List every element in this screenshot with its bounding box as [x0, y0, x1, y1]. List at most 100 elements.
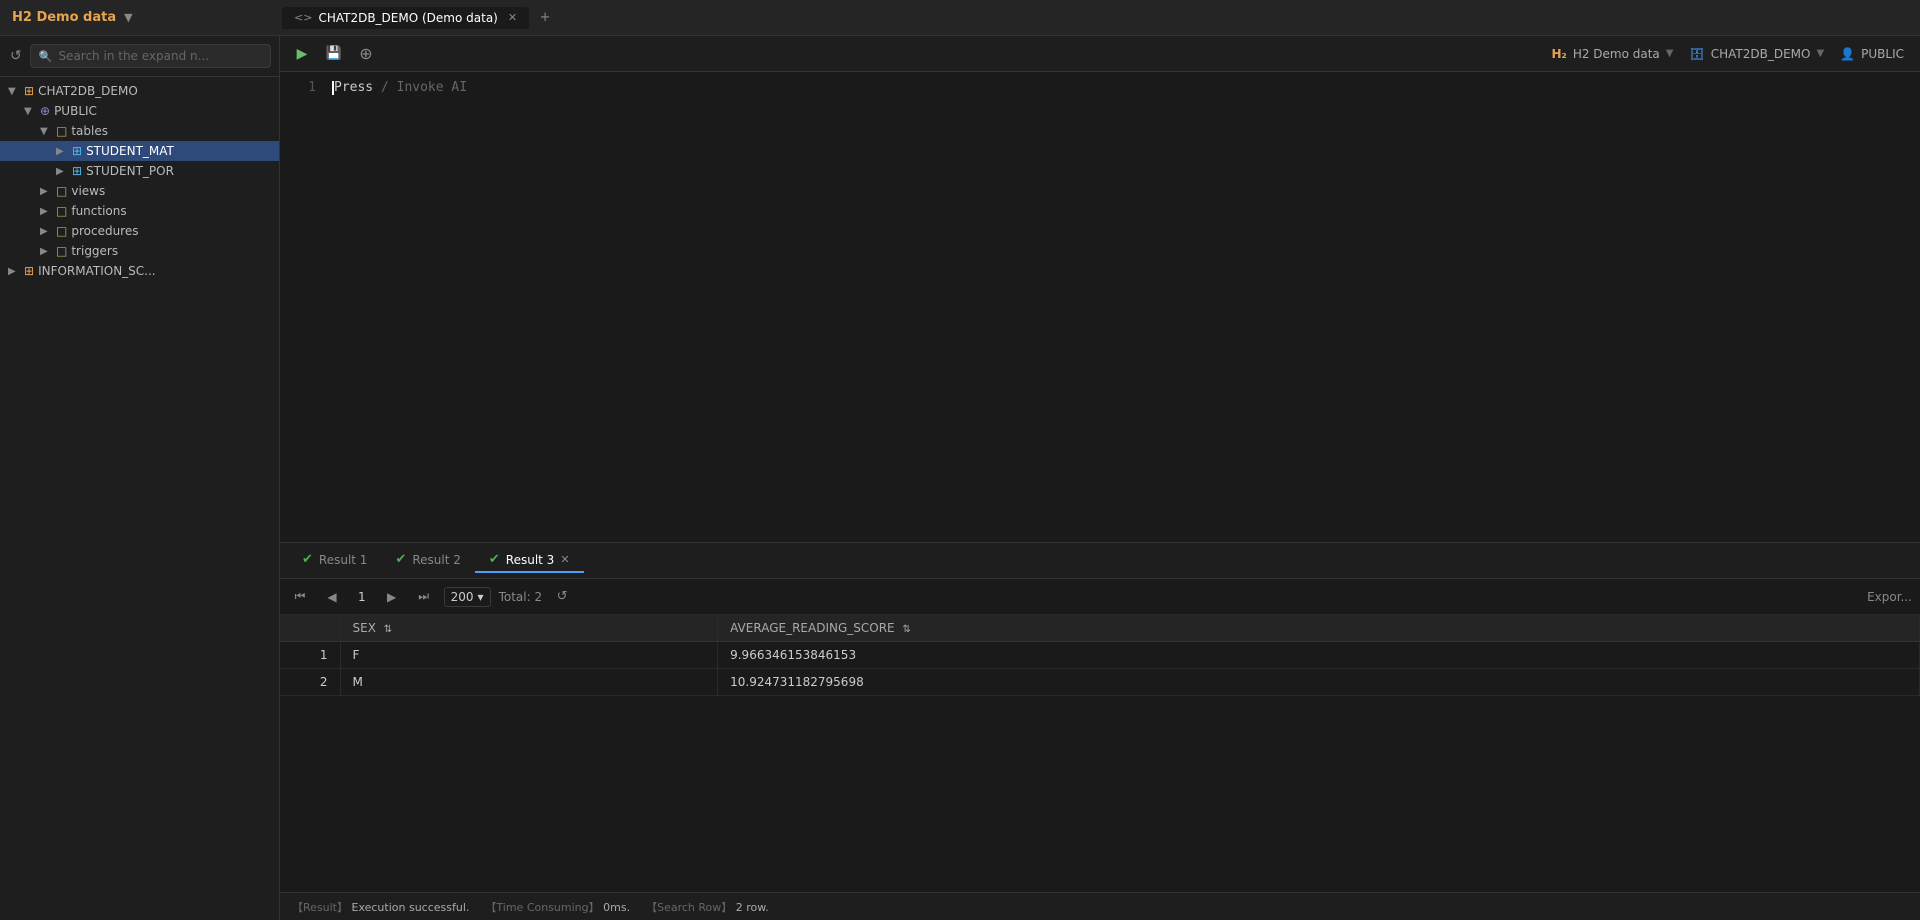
result-tab-close-button[interactable]: ✕: [560, 553, 569, 566]
tab-chat2db-demo[interactable]: <> CHAT2DB_DEMO (Demo data) ✕: [282, 7, 529, 29]
search-icon: 🔍: [39, 50, 53, 63]
new-tab-button[interactable]: +: [533, 6, 557, 30]
tab-result-3[interactable]: ✔ Result 3 ✕: [475, 548, 584, 573]
connection-selector[interactable]: H₂ H2 Demo data ▼: [1552, 47, 1674, 61]
table-icon: ⊞: [72, 164, 82, 178]
save-button[interactable]: 💾: [320, 40, 348, 68]
chevron-icon: ▼: [40, 126, 52, 137]
tab-code-icon: <>: [294, 11, 312, 24]
title-bar: H2 Demo data ▼ <> CHAT2DB_DEMO (Demo dat…: [0, 0, 1920, 36]
time-label: 【Time Consuming】: [485, 901, 599, 914]
tree-item-student-por[interactable]: ▶ ⊞ STUDENT_POR: [0, 161, 279, 181]
table-row[interactable]: 2 M 10.924731182795698: [280, 669, 1920, 696]
tree-label-public: PUBLIC: [54, 104, 97, 118]
sidebar: ↺ 🔍 Search in the expand n... ▼ ⊞ CHAT2D…: [0, 36, 280, 920]
line-number-1: 1: [296, 80, 316, 95]
page-number: 1: [352, 588, 372, 606]
first-page-button[interactable]: ⏮: [288, 585, 312, 609]
database-selector[interactable]: 🗄 CHAT2DB_DEMO ▼: [1690, 47, 1825, 61]
schema-selector[interactable]: 👤 PUBLIC: [1840, 47, 1904, 61]
tree-item-views[interactable]: ▶ □ views: [0, 181, 279, 201]
db-icon: ⊞: [24, 264, 34, 278]
prompt-text: Press: [334, 80, 373, 95]
column-header-sex[interactable]: SEX ⇅: [340, 615, 718, 642]
tree-label-information-schema: INFORMATION_SC...: [38, 264, 156, 278]
schema-icon: 👤: [1840, 47, 1855, 61]
page-size-arrow: ▾: [478, 590, 484, 604]
results-refresh-button[interactable]: ↺: [550, 585, 574, 609]
result-1-label: Result 1: [319, 553, 368, 567]
tree-item-procedures[interactable]: ▶ □ procedures: [0, 221, 279, 241]
top-toolbar-right: H₂ H2 Demo data ▼ 🗄 CHAT2DB_DEMO ▼ 👤 PUB…: [1536, 47, 1920, 61]
chevron-icon: ▼: [8, 86, 20, 97]
sidebar-search-placeholder: Search in the expand n...: [58, 49, 209, 63]
tree-item-chat2db-demo[interactable]: ▼ ⊞ CHAT2DB_DEMO: [0, 81, 279, 101]
tab-title: CHAT2DB_DEMO (Demo data): [318, 11, 497, 25]
data-table-wrapper: SEX ⇅ AVERAGE_READING_SCORE ⇅ 1: [280, 615, 1920, 892]
format-icon: ⊕: [359, 44, 372, 63]
last-page-button[interactable]: ⏭: [412, 585, 436, 609]
title-chevron[interactable]: ▼: [124, 11, 132, 24]
total-label: Total: 2: [499, 590, 543, 604]
export-button[interactable]: Expor...: [1867, 590, 1912, 604]
results-panel: ✔ Result 1 ✔ Result 2 ✔ Result 3 ✕ ⏮ ◀ 1: [280, 542, 1920, 892]
tree-item-triggers[interactable]: ▶ □ triggers: [0, 241, 279, 261]
run-button[interactable]: ▶: [288, 40, 316, 68]
results-toolbar: ⏮ ◀ 1 ▶ ⏭ 200 ▾ Total: 2 ↺ Expor...: [280, 579, 1920, 615]
prev-page-button[interactable]: ◀: [320, 585, 344, 609]
tree-item-functions[interactable]: ▶ □ functions: [0, 201, 279, 221]
connection-name: H2 Demo data: [1573, 47, 1660, 61]
editor-area[interactable]: 1 Press / Invoke AI: [280, 72, 1920, 542]
tab-close-button[interactable]: ✕: [508, 11, 517, 24]
table-row[interactable]: 1 F 9.966346153846153: [280, 642, 1920, 669]
check-icon: ✔: [395, 552, 406, 567]
page-size-value: 200: [451, 590, 474, 604]
status-time: 【Time Consuming】 0ms.: [485, 899, 630, 915]
h2-label: H₂: [1552, 47, 1567, 61]
format-button[interactable]: ⊕: [352, 40, 380, 68]
tree-label-tables: tables: [71, 124, 108, 138]
chevron-icon: ▶: [56, 166, 68, 177]
editor-line-1: 1 Press / Invoke AI: [296, 80, 1904, 95]
run-icon: ▶: [297, 46, 308, 62]
sidebar-refresh-button[interactable]: ↺: [8, 46, 24, 66]
tab-result-1[interactable]: ✔ Result 1: [288, 548, 381, 573]
data-table: SEX ⇅ AVERAGE_READING_SCORE ⇅ 1: [280, 615, 1920, 696]
folder-icon: □: [56, 224, 67, 238]
main-layout: ↺ 🔍 Search in the expand n... ▼ ⊞ CHAT2D…: [0, 36, 1920, 920]
result-label: 【Result】: [292, 901, 348, 914]
cell-sex-1: F: [340, 642, 718, 669]
results-tabs: ✔ Result 1 ✔ Result 2 ✔ Result 3 ✕: [280, 543, 1920, 579]
tree-item-student-mat[interactable]: ▶ ⊞ STUDENT_MAT: [0, 141, 279, 161]
h2-icon: H2 Demo data: [12, 10, 116, 25]
cell-rownum-2: 2: [280, 669, 340, 696]
content-area: ▶ 💾 ⊕ H₂ H2 Demo data ▼ 🗄 CHAT2DB_DEMO: [280, 36, 1920, 920]
tree-label-procedures: procedures: [71, 224, 138, 238]
schema-name: PUBLIC: [1861, 47, 1904, 61]
tree-item-information-schema[interactable]: ▶ ⊞ INFORMATION_SC...: [0, 261, 279, 281]
cell-avg-reading-1: 9.966346153846153: [718, 642, 1920, 669]
sidebar-search-box[interactable]: 🔍 Search in the expand n...: [30, 44, 271, 68]
status-bar: 【Result】 Execution successful. 【Time Con…: [280, 892, 1920, 920]
tree-label-student-mat: STUDENT_MAT: [86, 144, 174, 158]
ai-hint-text: / Invoke AI: [381, 80, 467, 95]
folder-icon: □: [56, 204, 67, 218]
tab-bar: <> CHAT2DB_DEMO (Demo data) ✕ +: [282, 6, 1908, 30]
schema-icon: ⊕: [40, 104, 50, 118]
tree-label-functions: functions: [71, 204, 126, 218]
chevron-icon: ▼: [24, 106, 36, 117]
top-toolbar-left: ▶ 💾 ⊕: [280, 40, 388, 68]
result-value: Execution successful.: [352, 901, 470, 914]
folder-icon: □: [56, 124, 67, 138]
db-arrow: ▼: [1816, 48, 1824, 59]
column-header-rownum: [280, 615, 340, 642]
tab-result-2[interactable]: ✔ Result 2: [381, 548, 474, 573]
tree-item-public[interactable]: ▼ ⊕ PUBLIC: [0, 101, 279, 121]
result-2-label: Result 2: [412, 553, 461, 567]
next-page-button[interactable]: ▶: [380, 585, 404, 609]
chevron-icon: ▶: [8, 266, 20, 277]
chevron-icon: ▶: [40, 246, 52, 257]
tree-item-tables[interactable]: ▼ □ tables: [0, 121, 279, 141]
column-header-avg-reading[interactable]: AVERAGE_READING_SCORE ⇅: [718, 615, 1920, 642]
page-size-selector[interactable]: 200 ▾: [444, 587, 491, 607]
